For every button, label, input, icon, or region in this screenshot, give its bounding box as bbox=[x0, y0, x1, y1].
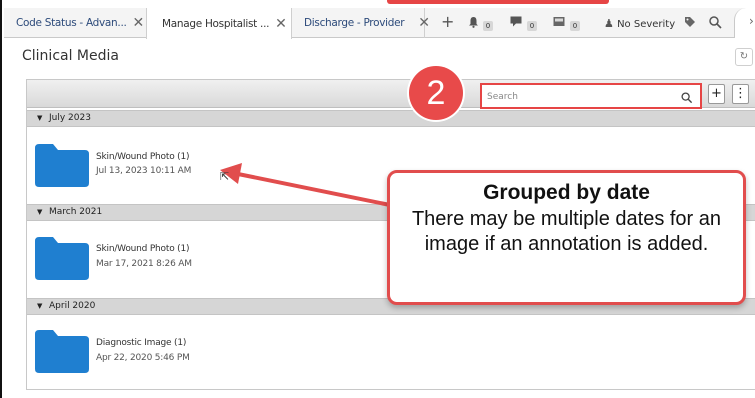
app-window: Code Status - Advan... ✕ Manage Hospital… bbox=[0, 0, 755, 398]
mouse-cursor-icon: ⇱ bbox=[220, 170, 230, 183]
step-badge: 2 bbox=[409, 66, 463, 120]
callout-heading: Grouped by date bbox=[483, 181, 650, 204]
annotation-callout: Grouped by date There may be multiple da… bbox=[387, 170, 746, 305]
callout-body: There may be multiple dates for an image… bbox=[411, 208, 722, 255]
